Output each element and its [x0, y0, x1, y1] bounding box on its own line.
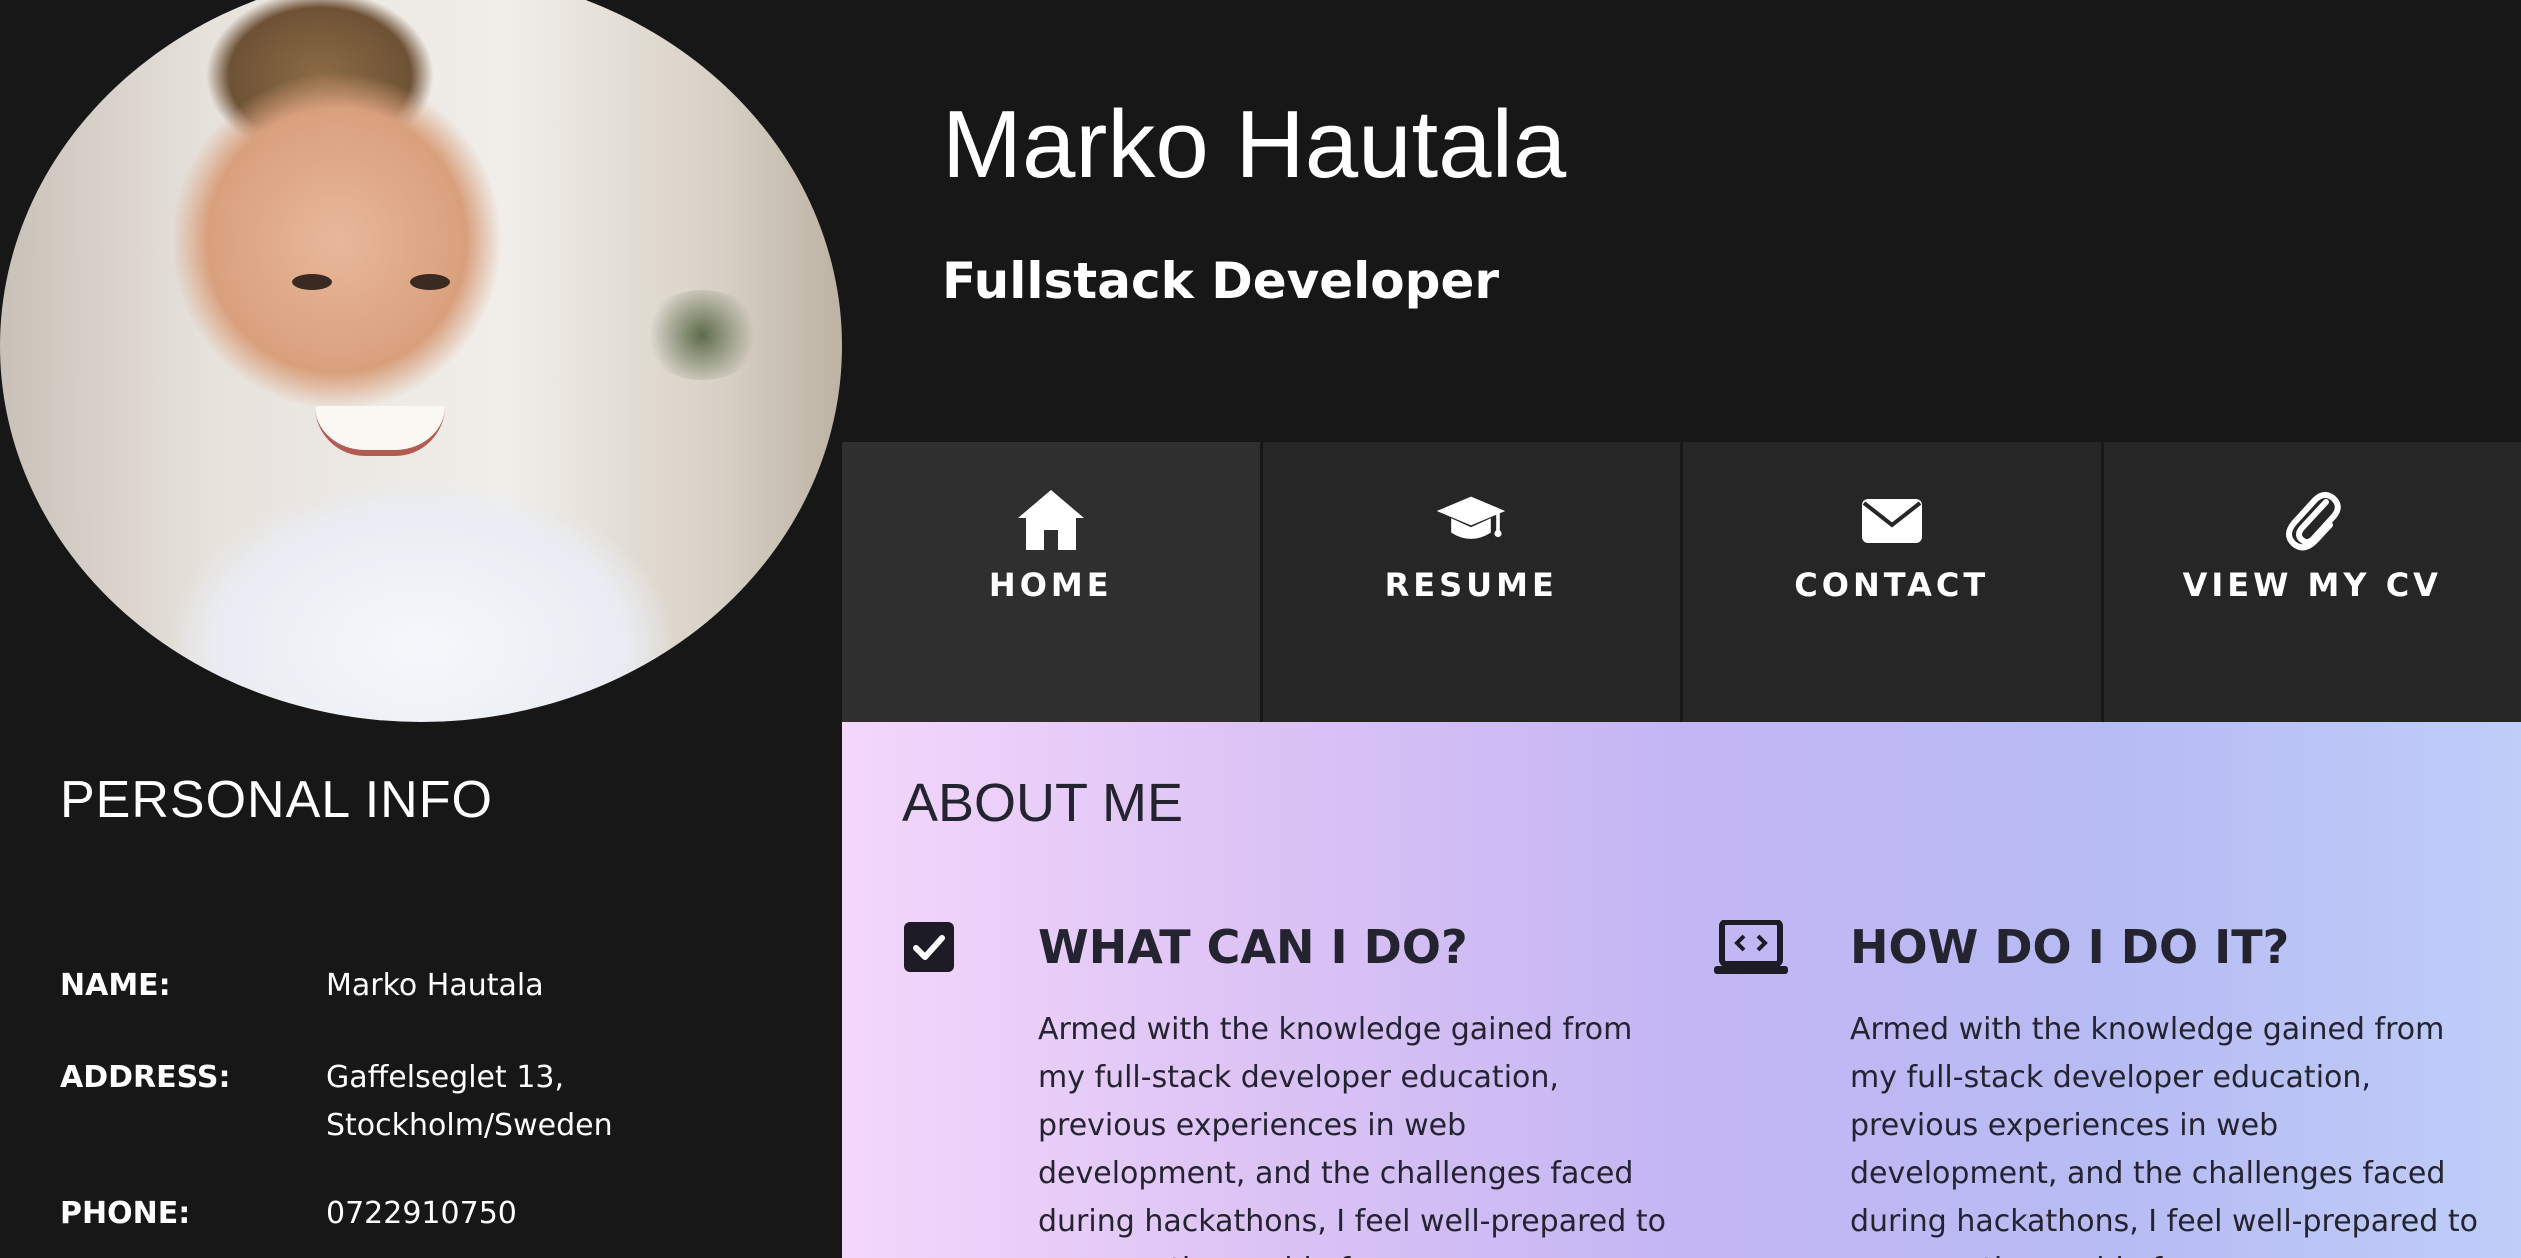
personal-info-title: PERSONAL INFO [60, 771, 493, 829]
sidebar: PERSONAL INFO NAME: Marko Hautala ADDRES… [0, 0, 842, 1258]
paperclip-icon [2276, 484, 2348, 556]
info-value: 0722910750 [326, 1196, 517, 1231]
photo-right-eye [410, 274, 450, 290]
profile-header: Marko Hautala Fullstack Developer [842, 0, 2521, 442]
home-icon [1015, 484, 1087, 556]
how-do-i-do-it-title: HOW DO I DO IT? [1850, 920, 2290, 974]
nav-item-contact[interactable]: CONTACT [1683, 442, 2101, 722]
profile-name: Marko Hautala [942, 91, 1567, 198]
photo-smile [315, 406, 445, 456]
about-title: ABOUT ME [902, 773, 1184, 833]
checkbox-icon [902, 920, 958, 976]
how-do-i-do-it-text: Armed with the knowledge gained from my … [1850, 1012, 2478, 1258]
info-value: Gaffelseglet 13, Stockholm/Sweden [326, 1060, 613, 1143]
photo-background-plant [642, 290, 762, 380]
envelope-icon [1856, 484, 1928, 556]
what-can-i-do-text: Armed with the knowledge gained from my … [1038, 1012, 1666, 1258]
what-can-i-do-title: WHAT CAN I DO? [1038, 920, 1468, 974]
info-label: ADDRESS: [60, 1060, 231, 1095]
nav-label: VIEW MY CV [2182, 566, 2442, 604]
laptop-code-icon [1712, 919, 1790, 976]
info-label: PHONE: [60, 1196, 191, 1231]
nav-label: CONTACT [1794, 566, 1990, 604]
info-value: Marko Hautala [326, 968, 544, 1003]
main-nav: HOME RESUME CONTACT VIEW MY CV [842, 442, 2521, 722]
profile-role: Fullstack Developer [942, 252, 1500, 310]
nav-label: HOME [988, 566, 1113, 604]
nav-item-resume[interactable]: RESUME [1262, 442, 1680, 722]
nav-label: RESUME [1384, 566, 1558, 604]
photo-left-eye [292, 274, 332, 290]
about-section: ABOUT ME WHAT CAN I DO? Armed with the k… [842, 722, 2521, 1258]
nav-item-home[interactable]: HOME [842, 442, 1260, 722]
profile-photo [0, 0, 842, 722]
graduation-cap-icon [1435, 484, 1507, 556]
info-label: NAME: [60, 968, 171, 1003]
nav-item-view-cv[interactable]: VIEW MY CV [2103, 442, 2521, 722]
